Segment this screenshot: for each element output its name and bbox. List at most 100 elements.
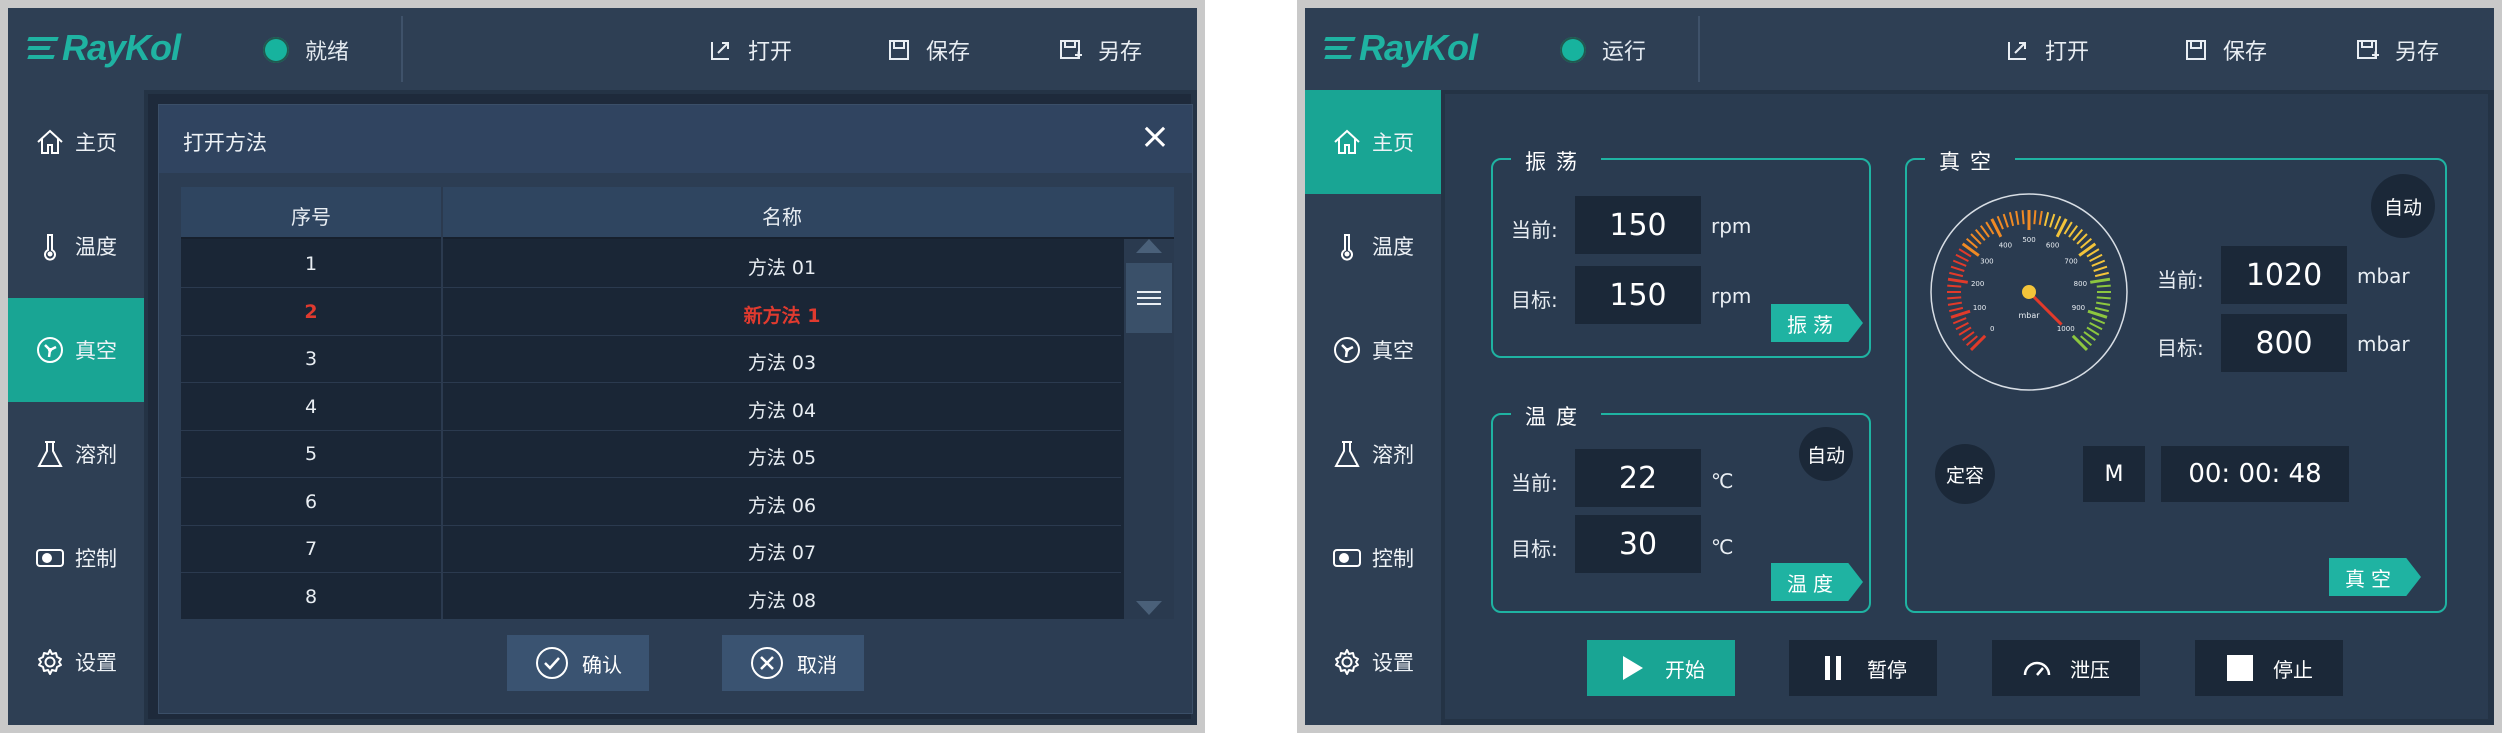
start-label: 开始: [1665, 657, 1705, 682]
open-button[interactable]: 打开: [708, 34, 792, 66]
fixed-volume-button[interactable]: 定容: [1935, 444, 1995, 504]
open-button[interactable]: 打开: [2005, 34, 2089, 66]
row-method-name: 方法 05: [747, 447, 817, 469]
flask-icon: [1334, 441, 1360, 467]
vacuum-auto-button[interactable]: 自动: [2371, 174, 2435, 238]
toggle-icon: [1333, 549, 1361, 567]
gauge-tick: [2086, 326, 2100, 336]
vacuum-target-value[interactable]: 800: [2221, 314, 2347, 372]
sidebar-item-temperature[interactable]: 温度: [8, 194, 144, 298]
sidebar-item-solvent[interactable]: 溶剂: [1305, 402, 1441, 506]
save-as-button[interactable]: 另存: [1058, 34, 1142, 66]
dialog-title: 打开方法: [183, 131, 267, 155]
sidebar-item-control[interactable]: 控制: [8, 506, 144, 610]
scroll-up-arrow-icon[interactable]: [1136, 239, 1162, 253]
shake-target-value[interactable]: 150: [1575, 266, 1701, 324]
stop-button[interactable]: 停止: [2195, 640, 2343, 696]
sidebar: 主页 温度 真空 溶剂 控制 设置: [1305, 90, 1441, 725]
save-as-icon: [2357, 40, 2379, 59]
sidebar-item-home[interactable]: 主页: [1305, 90, 1441, 194]
gauge-tick: [2021, 210, 2025, 225]
sidebar-label: 主页: [1372, 131, 1414, 155]
temperature-target-value[interactable]: 30: [1575, 515, 1701, 573]
gear-icon: [1335, 649, 1359, 675]
sidebar-item-home[interactable]: 主页: [8, 90, 144, 194]
raykol-logo: RayKol: [1324, 27, 1478, 68]
table-row[interactable]: 7 方法 07: [181, 524, 1121, 573]
table-row[interactable]: 3 方法 03: [181, 334, 1121, 383]
sidebar-item-control[interactable]: 控制: [1305, 506, 1441, 610]
vacuum-title: 真空: [1925, 146, 2015, 176]
logo-mark-icon: [27, 35, 59, 61]
sidebar-item-solvent[interactable]: 溶剂: [8, 402, 144, 506]
cancel-label: 取消: [797, 652, 837, 677]
table-row[interactable]: 5 方法 05: [181, 429, 1121, 478]
gauge-tick: [1947, 284, 1962, 288]
row-method-name: 方法 07: [747, 542, 817, 564]
temperature-target-unit: ℃: [1711, 535, 1734, 559]
gauge-tick: [2096, 301, 2111, 306]
table-row[interactable]: 4 方法 04: [181, 382, 1121, 431]
scroll-thumb[interactable]: [1126, 263, 1172, 333]
sidebar-item-vacuum[interactable]: 真空: [8, 298, 144, 402]
vent-button[interactable]: 泄压: [1992, 640, 2140, 696]
sidebar-item-settings[interactable]: 设置: [1305, 610, 1441, 714]
save-as-button[interactable]: 另存: [2355, 34, 2439, 66]
save-button[interactable]: 保存: [886, 34, 970, 66]
stop-label: 停止: [2273, 657, 2313, 682]
gauge-tick: [2083, 331, 2096, 342]
pause-icon: [1825, 656, 1841, 680]
sidebar-item-temperature[interactable]: 温度: [1305, 194, 1441, 298]
save-icon: [889, 40, 909, 60]
cancel-button[interactable]: 取消: [722, 635, 864, 691]
row-method-name: 方法 03: [747, 352, 817, 374]
table-row[interactable]: 8 方法 08: [181, 572, 1121, 620]
table-row[interactable]: 2 新方法 1: [181, 287, 1121, 336]
open-method-dialog: 打开方法 × 序号 名称 1 方法 01 2 新方法 1 3 方法 03 4 方法 04 5 方法…: [158, 104, 1193, 714]
scroll-down-arrow-icon[interactable]: [1136, 601, 1162, 615]
temperature-current-value: 22: [1575, 449, 1701, 507]
vacuum-target-unit: mbar: [2357, 332, 2410, 356]
shake-title: 振荡: [1511, 146, 1601, 176]
gauge-tick: [2096, 296, 2111, 300]
table-row[interactable]: 1 方法 01: [181, 239, 1121, 288]
temperature-panel: 温度 自动 当前: 22 ℃ 目标: 30 ℃ 温度: [1491, 401, 1871, 613]
open-icon: [711, 42, 729, 60]
save-button[interactable]: 保存: [2183, 34, 2267, 66]
gauge-tick: [2096, 284, 2111, 288]
start-button[interactable]: 开始: [1587, 640, 1735, 696]
row-method-name: 方法 01: [747, 257, 817, 279]
gauge-tick: [2043, 212, 2050, 227]
mode-m-button[interactable]: M: [2083, 446, 2145, 502]
sidebar-item-vacuum[interactable]: 真空: [1305, 298, 1441, 402]
top-bar: RayKol 运行 打开 保存 另存: [1305, 8, 2494, 90]
temperature-auto-button[interactable]: 自动: [1799, 427, 1853, 481]
gauge-tick: [2063, 221, 2073, 235]
table-row[interactable]: 6 方法 06: [181, 477, 1121, 526]
vacuum-button[interactable]: 真空: [2329, 558, 2421, 596]
table-header: 序号 名称: [181, 187, 1174, 239]
sidebar-label: 设置: [1372, 651, 1414, 675]
scrollbar[interactable]: [1124, 239, 1174, 619]
sidebar-item-settings[interactable]: 设置: [8, 610, 144, 714]
status-indicator: 就绪: [263, 34, 349, 66]
gauge-tick: [1952, 317, 1967, 325]
home-icon: [37, 129, 63, 154]
row-number: 8: [304, 585, 318, 608]
close-icon[interactable]: ×: [1140, 119, 1170, 155]
row-method-name: 新方法 1: [743, 304, 821, 327]
gauge-hub: [2022, 285, 2036, 299]
temperature-button[interactable]: 温度: [1771, 563, 1863, 601]
gauge-tick: [2071, 334, 2089, 352]
gauge-tick: [2033, 210, 2037, 225]
row-method-name: 方法 06: [747, 494, 817, 517]
sidebar-label: 溶剂: [75, 443, 117, 467]
pause-button[interactable]: 暂停: [1789, 640, 1937, 696]
gauge-tick-label: 700: [2064, 257, 2077, 265]
column-header-no: 序号: [291, 205, 331, 229]
gauge-tick-label: 900: [2072, 304, 2085, 312]
confirm-button[interactable]: 确认: [507, 635, 649, 691]
logo-mark-icon: [1324, 35, 1356, 61]
check-circle-icon: [536, 647, 568, 679]
shake-button[interactable]: 振荡: [1771, 304, 1863, 342]
